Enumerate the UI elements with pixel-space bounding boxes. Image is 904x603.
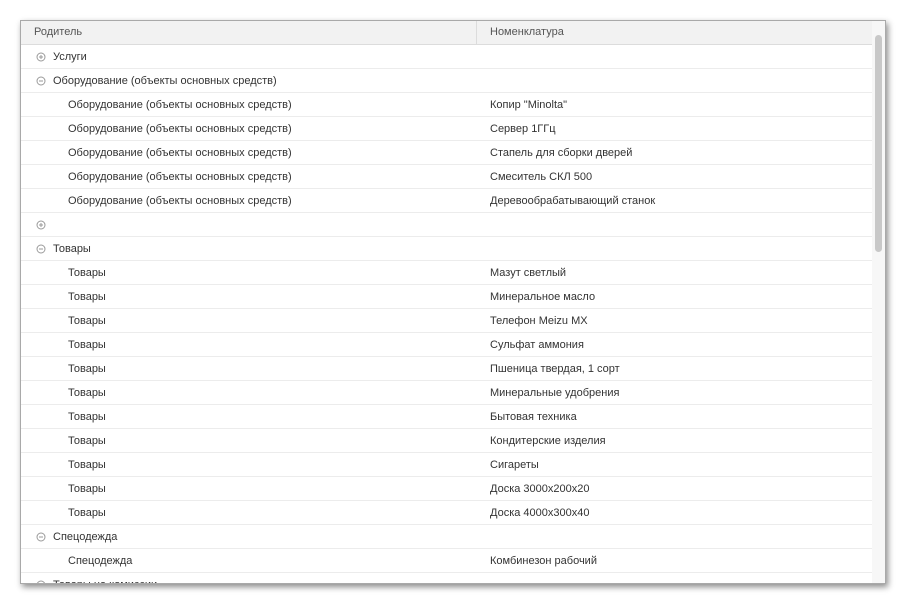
cell-nomenclature: Доска 3000x200x20: [490, 482, 590, 495]
table-rows: Услуги Оборудование (объекты основных сре…: [21, 45, 872, 583]
cell-parent: Услуги: [21, 51, 477, 63]
cell-nomenclature: Копир "Minolta": [490, 98, 568, 111]
table-row[interactable]: Товары Доска 3000x200x20: [21, 477, 872, 501]
parent-label: Товары: [68, 434, 106, 447]
table-row[interactable]: Товары Бытовая техника: [21, 405, 872, 429]
cell-nomenclature: Сервер 1ГГц: [490, 122, 556, 135]
cell-nomenclature: Деревообрабатывающий станок: [490, 194, 656, 207]
group-label: Товары на комиссии: [53, 579, 157, 584]
plus-circle-icon[interactable]: [36, 52, 46, 62]
parent-label: Товары: [68, 290, 106, 303]
parent-label: Оборудование (объекты основных средств): [68, 146, 292, 159]
table-row[interactable]: Товары Минеральное масло: [21, 285, 872, 309]
table-header: Родитель Номенклатура: [21, 21, 872, 45]
cell-parent: Оборудование (объекты основных средств): [21, 123, 477, 135]
cell-parent: Товары: [21, 459, 477, 471]
cell-nomenclature: Телефон Meizu MX: [490, 314, 588, 327]
group-label: Спецодежда: [53, 530, 118, 543]
cell-nomenclature: Доска 4000x300x40: [490, 506, 590, 519]
minus-circle-icon[interactable]: [36, 244, 46, 254]
cell-parent: Товары: [21, 411, 477, 423]
column-header-parent[interactable]: Родитель: [21, 21, 477, 44]
group-label: Услуги: [53, 50, 87, 63]
cell-parent: Товары: [21, 243, 477, 255]
group-row[interactable]: Товары на комиссии: [21, 573, 872, 583]
cell-nomenclature: Стапель для сборки дверей: [490, 146, 633, 159]
table-row[interactable]: Оборудование (объекты основных средств) С…: [21, 165, 872, 189]
cell-parent: Товары: [21, 267, 477, 279]
cell-nomenclature: Смеситель СКЛ 500: [490, 170, 593, 183]
scrollbar-thumb[interactable]: [875, 35, 882, 252]
cell-parent: Оборудование (объекты основных средств): [21, 195, 477, 207]
cell-parent: Товары: [21, 339, 477, 351]
cell-nomenclature: Сигареты: [490, 458, 539, 471]
cell-nomenclature: Бытовая техника: [490, 410, 577, 423]
parent-label: Товары: [68, 482, 106, 495]
table-row[interactable]: Товары Телефон Meizu MX: [21, 309, 872, 333]
vertical-scrollbar[interactable]: [872, 21, 885, 583]
table-row[interactable]: Оборудование (объекты основных средств) Д…: [21, 189, 872, 213]
cell-parent: Товары: [21, 387, 477, 399]
group-row[interactable]: Услуги: [21, 45, 872, 69]
group-row[interactable]: Спецодежда: [21, 525, 872, 549]
parent-label: Товары: [68, 386, 106, 399]
table-row[interactable]: Товары Сигареты: [21, 453, 872, 477]
cell-parent: Товары: [21, 507, 477, 519]
cell-parent: Товары: [21, 291, 477, 303]
cell-nomenclature: Минеральные удобрения: [490, 386, 620, 399]
parent-label: Спецодежда: [68, 554, 133, 567]
parent-label: Товары: [68, 458, 106, 471]
report-table-panel: Родитель Номенклатура Услуги Оборудование…: [20, 20, 886, 584]
cell-parent: Оборудование (объекты основных средств): [21, 75, 477, 87]
parent-label: Оборудование (объекты основных средств): [68, 194, 292, 207]
parent-label: Оборудование (объекты основных средств): [68, 98, 292, 111]
cell-parent: Товары на комиссии: [21, 579, 477, 584]
minus-circle-icon[interactable]: [36, 76, 46, 86]
table-row[interactable]: Товары Пшеница твердая, 1 сорт: [21, 357, 872, 381]
parent-label: Оборудование (объекты основных средств): [68, 122, 292, 135]
table-row[interactable]: Спецодежда Комбинезон рабочий: [21, 549, 872, 573]
cell-nomenclature: Кондитерские изделия: [490, 434, 606, 447]
table-row[interactable]: Оборудование (объекты основных средств) С…: [21, 141, 872, 165]
parent-label: Товары: [68, 362, 106, 375]
minus-circle-icon[interactable]: [36, 532, 46, 542]
table-row[interactable]: Оборудование (объекты основных средств) С…: [21, 117, 872, 141]
group-label: Товары: [53, 242, 91, 255]
column-header-nomenclature[interactable]: Номенклатура: [477, 21, 872, 44]
table-row[interactable]: Оборудование (объекты основных средств) К…: [21, 93, 872, 117]
cell-parent: Спецодежда: [21, 555, 477, 567]
group-row[interactable]: [21, 213, 872, 237]
table-row[interactable]: Товары Кондитерские изделия: [21, 429, 872, 453]
cell-parent: Оборудование (объекты основных средств): [21, 147, 477, 159]
cell-nomenclature: Минеральное масло: [490, 290, 596, 303]
table-body: Услуги Оборудование (объекты основных сре…: [21, 45, 872, 583]
cell-parent: Оборудование (объекты основных средств): [21, 171, 477, 183]
cell-nomenclature: Пшеница твердая, 1 сорт: [490, 362, 620, 375]
parent-label: Товары: [68, 410, 106, 423]
cell-nomenclature: Сульфат аммония: [490, 338, 584, 351]
parent-label: Товары: [68, 506, 106, 519]
cell-parent: Товары: [21, 483, 477, 495]
cell-parent: [21, 220, 477, 230]
group-label: Оборудование (объекты основных средств): [53, 74, 277, 87]
parent-label: Товары: [68, 338, 106, 351]
minus-circle-icon[interactable]: [36, 580, 46, 583]
parent-label: Оборудование (объекты основных средств): [68, 170, 292, 183]
cell-nomenclature: Мазут светлый: [490, 266, 567, 279]
cell-parent: Товары: [21, 435, 477, 447]
group-row[interactable]: Товары: [21, 237, 872, 261]
table-row[interactable]: Товары Сульфат аммония: [21, 333, 872, 357]
cell-parent: Товары: [21, 363, 477, 375]
cell-parent: Спецодежда: [21, 531, 477, 543]
cell-parent: Оборудование (объекты основных средств): [21, 99, 477, 111]
group-row[interactable]: Оборудование (объекты основных средств): [21, 69, 872, 93]
table-row[interactable]: Товары Мазут светлый: [21, 261, 872, 285]
parent-label: Товары: [68, 266, 106, 279]
table-row[interactable]: Товары Минеральные удобрения: [21, 381, 872, 405]
parent-label: Товары: [68, 314, 106, 327]
cell-parent: Товары: [21, 315, 477, 327]
plus-circle-icon[interactable]: [36, 220, 46, 230]
table-row[interactable]: Товары Доска 4000x300x40: [21, 501, 872, 525]
cell-nomenclature: Комбинезон рабочий: [490, 554, 597, 567]
